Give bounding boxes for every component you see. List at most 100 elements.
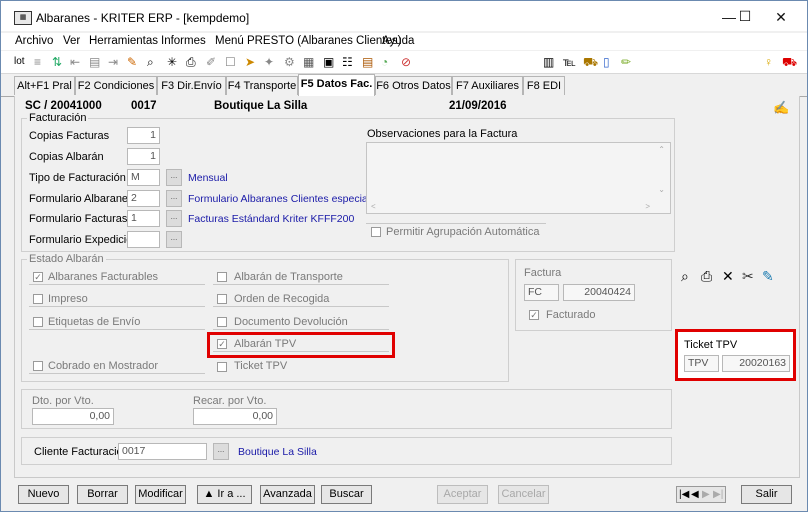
gauge-icon[interactable]: ◔ [381, 55, 388, 69]
settings-icon[interactable]: ⚙ [284, 55, 295, 69]
albaran-transporte-checkbox[interactable] [217, 272, 227, 282]
calc-icon[interactable]: ✦ [264, 55, 274, 69]
form-expediciones-lookup-button[interactable]: ... [166, 231, 182, 248]
prev-icon[interactable]: ▤ [89, 55, 100, 69]
tools-icon[interactable]: ✐ [206, 55, 216, 69]
last-record-button[interactable]: ▶| [713, 487, 723, 502]
asterisk-icon[interactable]: ✳ [167, 55, 177, 69]
copy-icon[interactable]: ☐ [225, 55, 236, 69]
nuevo-button[interactable]: Nuevo [18, 485, 69, 504]
edit-icon[interactable]: ✍ [773, 101, 789, 115]
cancelar-button[interactable]: Cancelar [498, 485, 549, 504]
menu-herramientas[interactable]: Herramientas [89, 35, 158, 47]
scroll-up-icon[interactable]: ⌃ [658, 145, 665, 154]
close-button[interactable]: ✕ [771, 9, 791, 26]
cliente-facturacion-label: Cliente Facturación [34, 446, 129, 458]
stop-icon[interactable]: ⊘ [401, 55, 411, 69]
paint-icon[interactable]: ✎ [762, 269, 774, 283]
avanzada-button[interactable]: Avanzada [260, 485, 315, 504]
borrar-button[interactable]: Borrar [77, 485, 128, 504]
facturado-checkbox[interactable]: ✓ [529, 310, 539, 320]
lot-icon[interactable]: lot [14, 55, 25, 69]
prev-record-button[interactable]: ◀ [691, 487, 699, 502]
list-icon[interactable]: ≡ [34, 55, 41, 69]
form-expediciones-field[interactable] [127, 231, 160, 248]
tab-condiciones[interactable]: F2 Condiciones [75, 76, 157, 95]
battery-icon[interactable]: ▯ [603, 55, 610, 69]
ticket-tpv-checkbox[interactable] [217, 362, 227, 372]
form-facturas-field[interactable]: 1 [127, 210, 160, 227]
form-facturas-lookup-button[interactable]: ... [166, 210, 182, 227]
tab-transporte[interactable]: F4 Transporte [226, 76, 298, 95]
preview-icon[interactable]: ⌕ [681, 269, 689, 283]
delete-icon[interactable]: ✕ [722, 269, 734, 283]
maximize-button[interactable]: ☐ [735, 8, 755, 25]
next-record-button[interactable]: ▶ [702, 487, 710, 502]
copias-albaran-field[interactable]: 1 [127, 148, 160, 165]
menu-ayuda[interactable]: Ayuda [382, 35, 414, 47]
bulb-icon[interactable]: ♀ [764, 55, 773, 69]
text-icon[interactable]: ℡ [563, 55, 576, 69]
pencil-icon[interactable]: ✏ [621, 55, 631, 69]
app-icon: ▦ [14, 11, 32, 25]
next-icon[interactable]: ⇥ [108, 55, 118, 69]
copias-facturas-field[interactable]: 1 [127, 127, 160, 144]
buscar-button[interactable]: Buscar [321, 485, 372, 504]
cliente-facturacion-lookup-button[interactable]: ... [213, 443, 229, 460]
menu-ver[interactable]: Ver [63, 35, 80, 47]
tree-icon[interactable]: ☷ [342, 55, 353, 69]
ir-a-button[interactable]: ▲ Ir a ... [197, 485, 252, 504]
recar-field[interactable]: 0,00 [193, 408, 277, 425]
doc-icon[interactable]: ▤ [362, 55, 373, 69]
albaranes-facturables-label: Albaranes Facturables [48, 271, 159, 283]
print-icon[interactable]: ⎙ [701, 269, 712, 283]
modificar-button[interactable]: Modificar [135, 485, 186, 504]
preview-icon[interactable]: ⌕ [147, 55, 154, 69]
menu-informes[interactable]: Informes [161, 35, 206, 47]
orden-recogida-label: Orden de Recogida [234, 293, 330, 305]
approve-icon[interactable]: ✎ [127, 55, 137, 69]
permitir-checkbox[interactable] [371, 227, 381, 237]
cut-icon[interactable]: ✂ [742, 269, 754, 283]
scroll-down-icon[interactable]: ⌄ [658, 185, 665, 194]
screens-icon[interactable]: ▥ [543, 55, 554, 69]
scroll-left-icon[interactable]: < [371, 202, 376, 211]
tab-auxiliares[interactable]: F7 Auxiliares [452, 76, 523, 95]
albaranes-facturables-checkbox[interactable]: ✓ [33, 272, 43, 282]
impreso-checkbox[interactable] [33, 294, 43, 304]
car-small-icon[interactable]: ⛟ [583, 55, 598, 69]
tab-datos-fac[interactable]: F5 Datos Fac. [298, 74, 375, 96]
grid-icon[interactable]: ▦ [303, 55, 314, 69]
first-icon[interactable]: ⇤ [70, 55, 80, 69]
scroll-right-icon[interactable]: > [645, 202, 650, 211]
cobrado-checkbox[interactable] [33, 361, 43, 371]
record-navigator: |◀ ◀ ▶ ▶| [676, 486, 726, 503]
etiquetas-checkbox[interactable] [33, 317, 43, 327]
dto-field[interactable]: 0,00 [32, 408, 114, 425]
menu-archivo[interactable]: Archivo [15, 35, 53, 47]
observaciones-textarea[interactable]: ⌃ ⌄ < > [366, 142, 671, 214]
tipo-facturacion-lookup-button[interactable]: ... [166, 169, 182, 186]
orden-recogida-checkbox[interactable] [217, 294, 227, 304]
factura-numero-field[interactable]: 20040424 [563, 284, 635, 301]
tab-otros-datos[interactable]: F6 Otros Datos [375, 76, 452, 95]
sort-icon[interactable]: ⇅ [52, 55, 62, 69]
salir-button[interactable]: Salir [741, 485, 792, 504]
factura-serie-field[interactable]: FC [524, 284, 559, 301]
form-albaranes-field[interactable]: 2 [127, 190, 160, 207]
car-icon[interactable]: ⛟ [782, 55, 797, 69]
tab-edi[interactable]: F8 EDI [523, 76, 565, 95]
export-icon[interactable]: ➤ [245, 55, 255, 69]
form-albaranes-lookup-button[interactable]: ... [166, 190, 182, 207]
aceptar-button[interactable]: Aceptar [437, 485, 488, 504]
tab-strip: Alt+F1 Pral F2 Condiciones F3 Dir.Envío … [1, 74, 807, 97]
tipo-facturacion-field[interactable]: M [127, 169, 160, 186]
first-record-button[interactable]: |◀ [679, 487, 689, 502]
tab-dir-envio[interactable]: F3 Dir.Envío [157, 76, 226, 95]
table-icon[interactable]: ▣ [323, 55, 334, 69]
print-icon[interactable]: ⎙ [186, 55, 196, 69]
menu-presto[interactable]: Menú PRESTO (Albaranes Clientes) [215, 35, 401, 47]
documento-devolucion-checkbox[interactable] [217, 317, 227, 327]
cliente-facturacion-field[interactable]: 0017 [118, 443, 207, 460]
tab-pral[interactable]: Alt+F1 Pral [14, 76, 75, 95]
